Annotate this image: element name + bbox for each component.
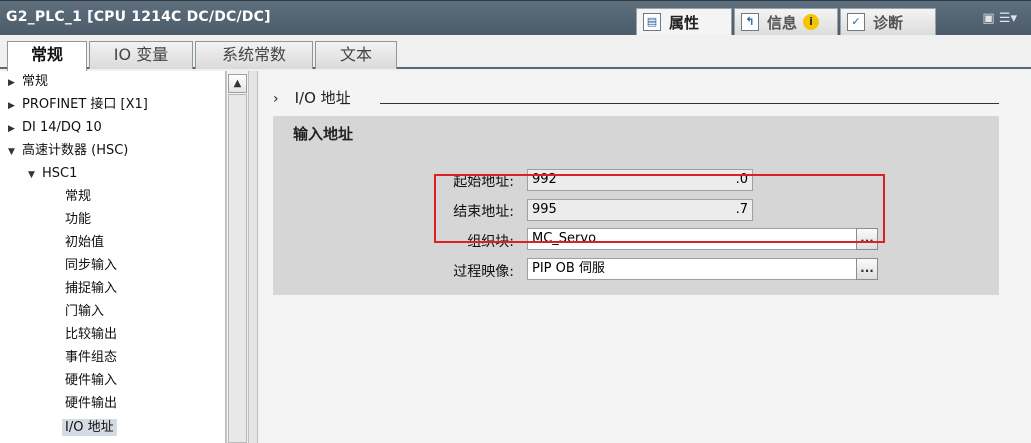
- tab-info[interactable]: ↰ 信息 i: [734, 8, 838, 35]
- tab-texts[interactable]: 文本: [315, 41, 397, 69]
- tree-item-hsc1[interactable]: ▼ HSC1: [28, 163, 77, 184]
- properties-content: › I/O 地址 输入地址 起始地址: 992 .0 结束地址: 995 .7 组…: [259, 71, 1031, 443]
- tree-item-initial-values[interactable]: 初始值: [65, 232, 104, 253]
- tab-diagnostics-label: 诊断: [873, 13, 904, 32]
- tree-item-gate-input[interactable]: 门输入: [65, 301, 104, 322]
- section-title: I/O 地址: [294, 89, 351, 107]
- tab-properties-label: 属性: [669, 13, 700, 32]
- tree-item-hsc1-general[interactable]: 常规: [65, 186, 91, 207]
- window-title: G2_PLC_1 [CPU 1214C DC/DC/DC]: [6, 9, 271, 25]
- tree-scrollbar[interactable]: ▲: [226, 71, 247, 443]
- tree-item-profinet[interactable]: ▶ PROFINET 接口 [X1]: [8, 94, 148, 115]
- menu-icon[interactable]: ☰▾: [999, 11, 1017, 26]
- collapse-arrow-icon[interactable]: ▼: [8, 142, 22, 163]
- tree-item-hsc[interactable]: ▼ 高速计数器 (HSC): [8, 140, 128, 161]
- diagnostics-icon: ✓: [847, 13, 865, 31]
- collapse-arrow-icon[interactable]: ▼: [28, 165, 42, 186]
- highlight-box: [434, 174, 885, 243]
- navigation-tree: ▶ 常规 ▶ PROFINET 接口 [X1] ▶ DI 14/DQ 10 ▼ 高速计数…: [0, 71, 226, 443]
- info-badge-icon: i: [803, 14, 820, 30]
- panel-splitter[interactable]: [248, 71, 258, 443]
- chevron-right-icon[interactable]: ›: [273, 91, 279, 107]
- tree-item-hw-output[interactable]: 硬件输出: [65, 393, 117, 414]
- pip-browse-button[interactable]: ...: [856, 258, 878, 280]
- properties-icon: ▤: [643, 13, 661, 31]
- tab-general[interactable]: 常规: [7, 41, 87, 71]
- expand-arrow-icon[interactable]: ▶: [8, 119, 22, 140]
- tree-item-compare-output[interactable]: 比较输出: [65, 324, 117, 345]
- scroll-thumb[interactable]: [228, 94, 247, 443]
- info-icon: ↰: [741, 13, 759, 31]
- tree-item-function[interactable]: 功能: [65, 209, 91, 230]
- section-divider: [380, 103, 999, 104]
- window-controls[interactable]: ▣ ☰▾: [982, 11, 1017, 26]
- tab-diagnostics[interactable]: ✓ 诊断: [840, 8, 936, 35]
- expand-arrow-icon[interactable]: ▶: [8, 96, 22, 117]
- process-image-field[interactable]: PIP OB 伺服: [527, 258, 857, 280]
- tab-info-label: 信息: [767, 13, 798, 32]
- tree-item-di-dq[interactable]: ▶ DI 14/DQ 10: [8, 117, 102, 138]
- group-title: 输入地址: [293, 125, 354, 143]
- tab-system-constants[interactable]: 系统常数: [195, 41, 313, 69]
- tree-item-sync-input[interactable]: 同步输入: [65, 255, 117, 276]
- restore-icon[interactable]: ▣: [982, 11, 994, 26]
- expand-arrow-icon[interactable]: ▶: [8, 73, 22, 94]
- process-image-label: 过程映像:: [453, 264, 514, 280]
- title-bar: G2_PLC_1 [CPU 1214C DC/DC/DC] ▤ 属性 ↰ 信息 …: [0, 0, 1031, 35]
- tree-item-io-address[interactable]: I/O 地址: [62, 417, 117, 438]
- section-header[interactable]: › I/O 地址: [273, 87, 351, 108]
- tree-item-event-config[interactable]: 事件组态: [65, 347, 117, 368]
- tab-properties[interactable]: ▤ 属性: [636, 8, 732, 35]
- tree-item-capture-input[interactable]: 捕捉输入: [65, 278, 117, 299]
- tab-io-tags[interactable]: IO 变量: [89, 41, 193, 69]
- tree-item-general[interactable]: ▶ 常规: [8, 71, 48, 92]
- scroll-up-icon[interactable]: ▲: [228, 74, 247, 93]
- tree-item-hw-input[interactable]: 硬件输入: [65, 370, 117, 391]
- inner-tab-row: 常规 IO 变量 系统常数 文本: [0, 35, 1031, 71]
